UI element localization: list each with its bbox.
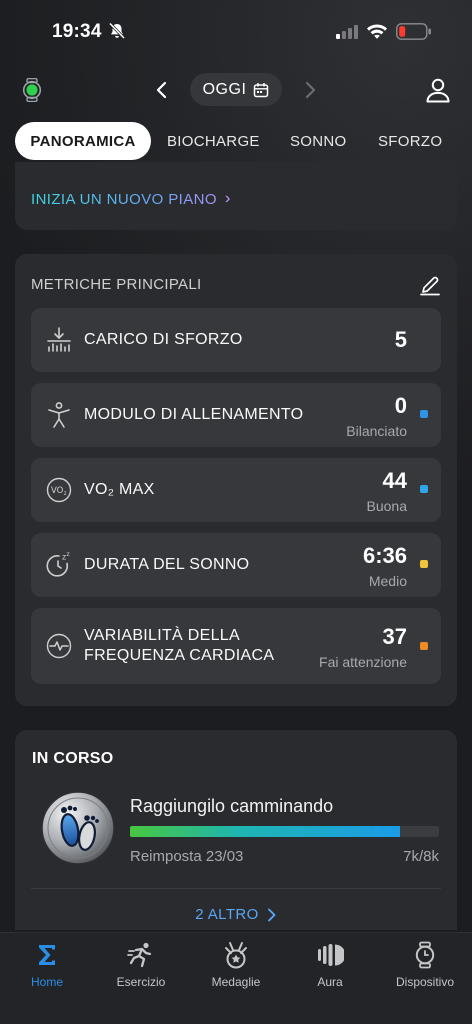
metric-status: Medio [368, 573, 407, 589]
metric-status: Bilanciato [346, 423, 407, 439]
nav-aura[interactable]: Aura [283, 941, 377, 989]
calendar-icon [254, 82, 269, 97]
key-metrics-title: METRICHE PRINCIPALI [31, 276, 202, 293]
svg-text:VO: VO [51, 486, 64, 496]
heart-rate-variability-icon [46, 633, 72, 659]
metric-row-durata-sonno[interactable]: z z DURATA DEL SONNO 6:36 Medio [31, 533, 441, 597]
plan-card: INIZIA UN NUOVO PIANO › [15, 162, 457, 230]
metric-row-carico-sforzo[interactable]: CARICO DI SFORZO 5 [31, 308, 441, 372]
metric-label: DURATA DEL SONNO [84, 556, 250, 573]
date-selector[interactable]: OGGI [190, 73, 282, 106]
wifi-icon [367, 24, 387, 39]
sleep-clock-icon: z z [46, 551, 70, 577]
tab-panoramica[interactable]: PANORAMICA [15, 122, 151, 160]
metric-value: 44 [382, 468, 407, 493]
status-dot [420, 410, 428, 418]
divider [31, 888, 441, 889]
nav-medaglie[interactable]: Medaglie [189, 941, 283, 989]
strain-load-icon [47, 327, 71, 352]
task-reset-date: Reimposta 23/03 [130, 848, 244, 865]
metric-label: VARIABILITÀ DELLA FREQUENZA CARDIACA [84, 627, 275, 664]
chevron-right-icon: › [224, 190, 231, 207]
aura-icon [318, 944, 344, 966]
status-bar: 19:34 [0, 0, 472, 62]
chevron-right-icon [267, 908, 276, 921]
status-dot [420, 485, 428, 493]
show-more-link[interactable]: 2 ALTRO [15, 906, 457, 923]
medal-icon [225, 942, 247, 969]
metric-value: 5 [394, 327, 407, 352]
battery-low-icon [396, 23, 431, 40]
key-metrics-card: METRICHE PRINCIPALI CARICO DI SFORZO 5 M… [15, 254, 457, 706]
status-time: 19:34 [52, 21, 102, 42]
metric-status: Fai attenzione [319, 654, 407, 670]
in-progress-title: IN CORSO [32, 750, 114, 767]
date-label: OGGI [202, 80, 247, 98]
in-progress-card: IN CORSO Raggiungilo camminando Reimpost… [15, 730, 457, 930]
metric-label: MODULO DI ALLENAMENTO [84, 406, 304, 423]
svg-text:2: 2 [64, 491, 67, 497]
nav-home[interactable]: Home [0, 941, 94, 989]
vo2max-icon: VO 2 [46, 477, 72, 503]
date-navigation: OGGI [0, 70, 472, 110]
task-progress-fill [130, 826, 401, 837]
metric-row-variabilita-frequenza[interactable]: VARIABILITÀ DELLA FREQUENZA CARDIACA 37 … [31, 608, 441, 684]
metric-value: 0 [394, 393, 407, 418]
task-name: Raggiungilo camminando [130, 796, 334, 816]
tab-biocharge[interactable]: BIOCHARGE [167, 122, 260, 160]
status-dot [420, 642, 428, 650]
svg-text:z: z [67, 551, 70, 558]
profile-icon[interactable] [425, 77, 451, 103]
nav-esercizio[interactable]: Esercizio [94, 941, 188, 989]
bell-muted-icon [108, 22, 126, 40]
task-progress-bar [130, 826, 439, 837]
running-icon [127, 942, 152, 968]
metric-row-modulo-allenamento[interactable]: MODULO DI ALLENAMENTO 0 Bilanciato [31, 383, 441, 447]
task-step-count: 7k/8k [403, 848, 439, 865]
connected-watch-icon[interactable] [21, 78, 43, 102]
metric-label: VO₂ MAX [84, 481, 155, 498]
metric-value: 37 [382, 624, 407, 649]
tab-sforzo[interactable]: SFORZO [378, 122, 442, 160]
watch-device-icon [415, 941, 435, 969]
metric-label: CARICO DI SFORZO [84, 331, 243, 348]
home-sigma-icon [39, 945, 55, 965]
edit-pencil-icon[interactable] [419, 274, 441, 296]
metric-status: Buona [366, 498, 407, 514]
overview-scroll-area[interactable]: INIZIA UN NUOVO PIANO › METRICHE PRINCIP… [0, 162, 472, 930]
metric-value: 6:36 [362, 543, 407, 568]
bottom-navigation: Home Esercizio Medaglie Aura Dispositivo [0, 932, 472, 1024]
start-new-plan-link[interactable]: INIZIA UN NUOVO PIANO › [31, 190, 231, 208]
cellular-signal-icon [336, 25, 358, 39]
footprints-badge-icon[interactable] [40, 790, 116, 866]
metric-row-vo2max[interactable]: VO 2 VO₂ MAX 44 Buona [31, 458, 441, 522]
next-day-button[interactable] [300, 78, 320, 102]
nav-dispositivo[interactable]: Dispositivo [378, 941, 472, 989]
training-figure-icon [48, 402, 70, 428]
status-dot [420, 560, 428, 568]
tab-sonno[interactable]: SONNO [290, 122, 347, 160]
previous-day-button[interactable] [152, 78, 172, 102]
